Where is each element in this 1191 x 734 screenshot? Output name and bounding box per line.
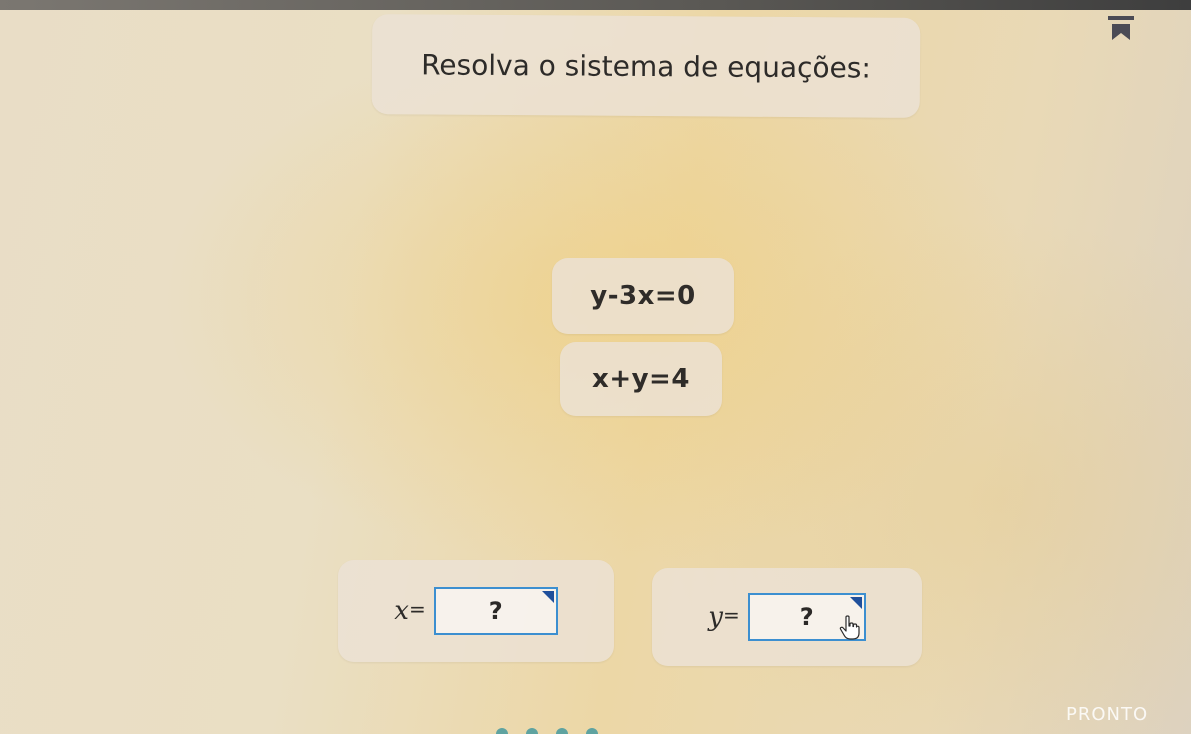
- instruction-text: Resolva o sistema de equações:: [421, 47, 871, 85]
- top-bar: [0, 0, 1191, 10]
- answer-input-y[interactable]: ?: [747, 593, 866, 641]
- corner-triangle-icon: [541, 591, 554, 603]
- answer-input-x[interactable]: ?: [433, 587, 558, 635]
- variable-label-y: y=: [708, 602, 740, 632]
- bookmark-icon[interactable]: [1106, 14, 1136, 42]
- equation-text: x+y=4: [592, 364, 690, 394]
- equation-text: y-3x=0: [590, 281, 696, 311]
- hand-pointer-icon: [839, 615, 860, 640]
- corner-triangle-icon: [849, 597, 862, 609]
- progress-dots: [496, 728, 598, 734]
- placeholder-text: ?: [488, 597, 503, 625]
- answer-card-y: y= ?: [652, 568, 922, 666]
- equation-card-1: y-3x=0: [552, 258, 734, 334]
- instruction-card: Resolva o sistema de equações:: [371, 14, 921, 118]
- submit-button[interactable]: PRONTO: [1066, 704, 1148, 725]
- equation-card-2: x+y=4: [560, 342, 722, 416]
- placeholder-text: ?: [799, 603, 814, 631]
- variable-label-x: x=: [394, 596, 426, 626]
- answer-card-x: x= ?: [338, 560, 614, 662]
